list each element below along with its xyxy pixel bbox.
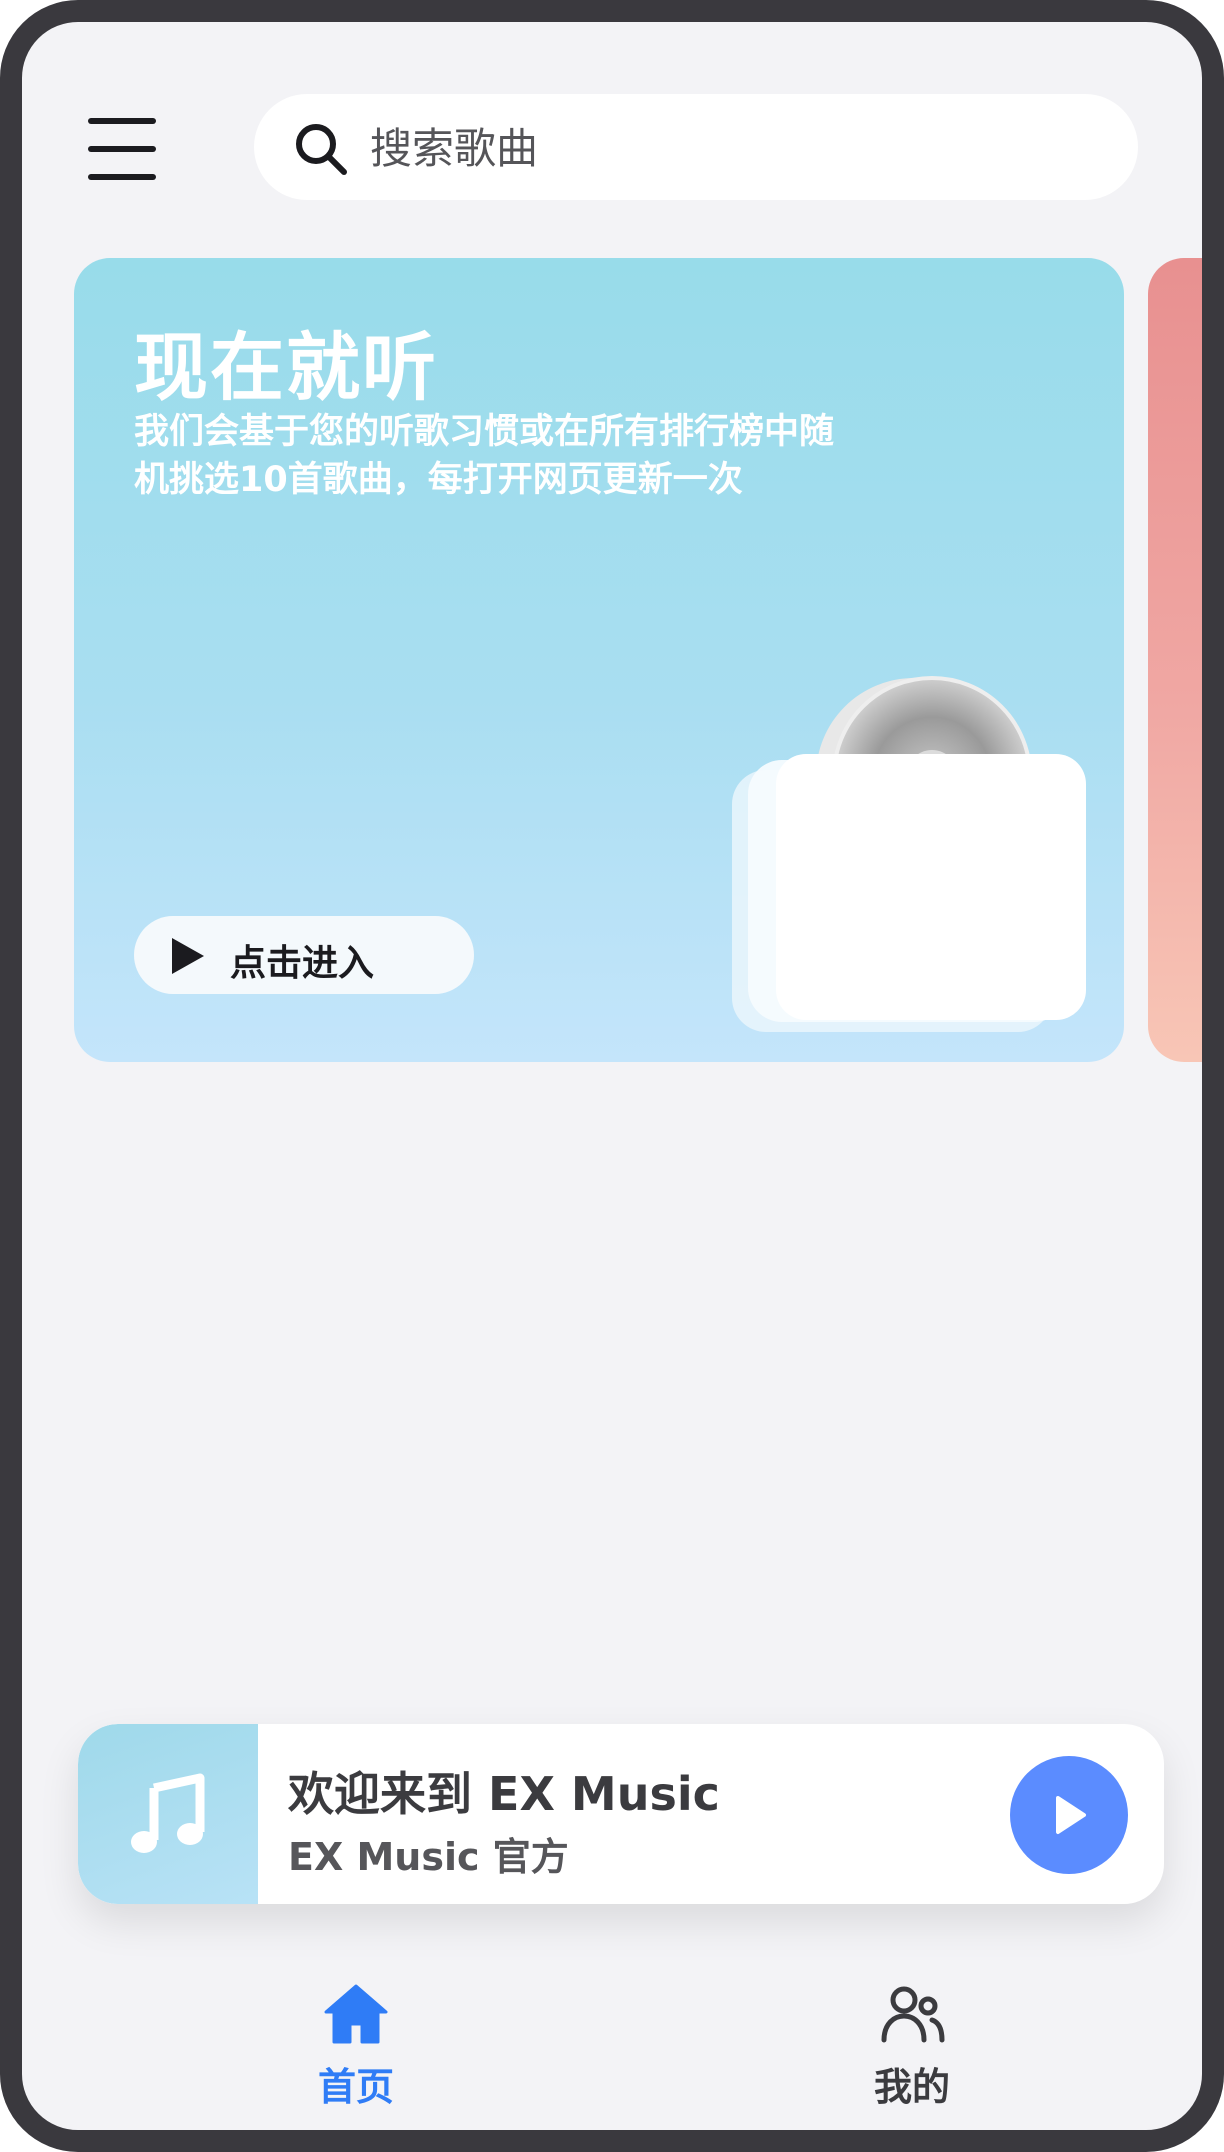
hamburger-menu-icon-line <box>88 174 156 180</box>
search-bar[interactable] <box>254 94 1138 200</box>
banner-title: 现在就听 <box>134 325 438 411</box>
now-playing-bar[interactable]: 欢迎来到 EX Music EX Music 官方 <box>78 1724 1164 1904</box>
enter-button[interactable]: 点击进入 <box>134 916 474 994</box>
home-icon <box>324 1984 388 2044</box>
hamburger-menu-icon <box>88 118 156 124</box>
song-title: 欢迎来到 EX Music <box>288 1767 720 1821</box>
search-input[interactable] <box>368 112 1092 184</box>
hamburger-menu-icon-line <box>88 146 156 152</box>
search-icon <box>296 124 347 175</box>
nav-tab-home-label: 首页 <box>317 2065 394 2109</box>
song-cover[interactable] <box>78 1724 258 1904</box>
song-artist: EX Music 官方 <box>288 1835 569 1879</box>
next-banner-peek[interactable] <box>1148 258 1202 1062</box>
now-listen-banner[interactable]: 现在就听 我们会基于您的听歌习惯或在所有排行榜中随机挑选10首歌曲，每打开网页更… <box>74 258 1124 1062</box>
enter-button-label: 点击进入 <box>230 943 375 984</box>
nav-tab-mine-label: 我的 <box>873 2065 950 2109</box>
vinyl-records-illustration <box>732 676 1086 1032</box>
play-button[interactable] <box>1010 1756 1128 1874</box>
banner-description: 我们会基于您的听歌习惯或在所有排行榜中随机挑选10首歌曲，每打开网页更新一次 <box>134 412 835 500</box>
music-note-icon <box>131 1773 205 1853</box>
play-icon <box>1056 1796 1086 1834</box>
play-icon <box>172 938 204 974</box>
app-screen: 现在就听 我们会基于您的听歌习惯或在所有排行榜中随机挑选10首歌曲，每打开网页更… <box>22 22 1202 2130</box>
device-frame: 现在就听 我们会基于您的听歌习惯或在所有排行榜中随机挑选10首歌曲，每打开网页更… <box>0 0 1224 2152</box>
users-icon <box>881 1986 945 2043</box>
nav-tab-home[interactable]: 首页 <box>256 1972 456 2112</box>
nav-tab-mine[interactable]: 我的 <box>812 1972 1012 2112</box>
menu-button[interactable] <box>88 118 158 180</box>
